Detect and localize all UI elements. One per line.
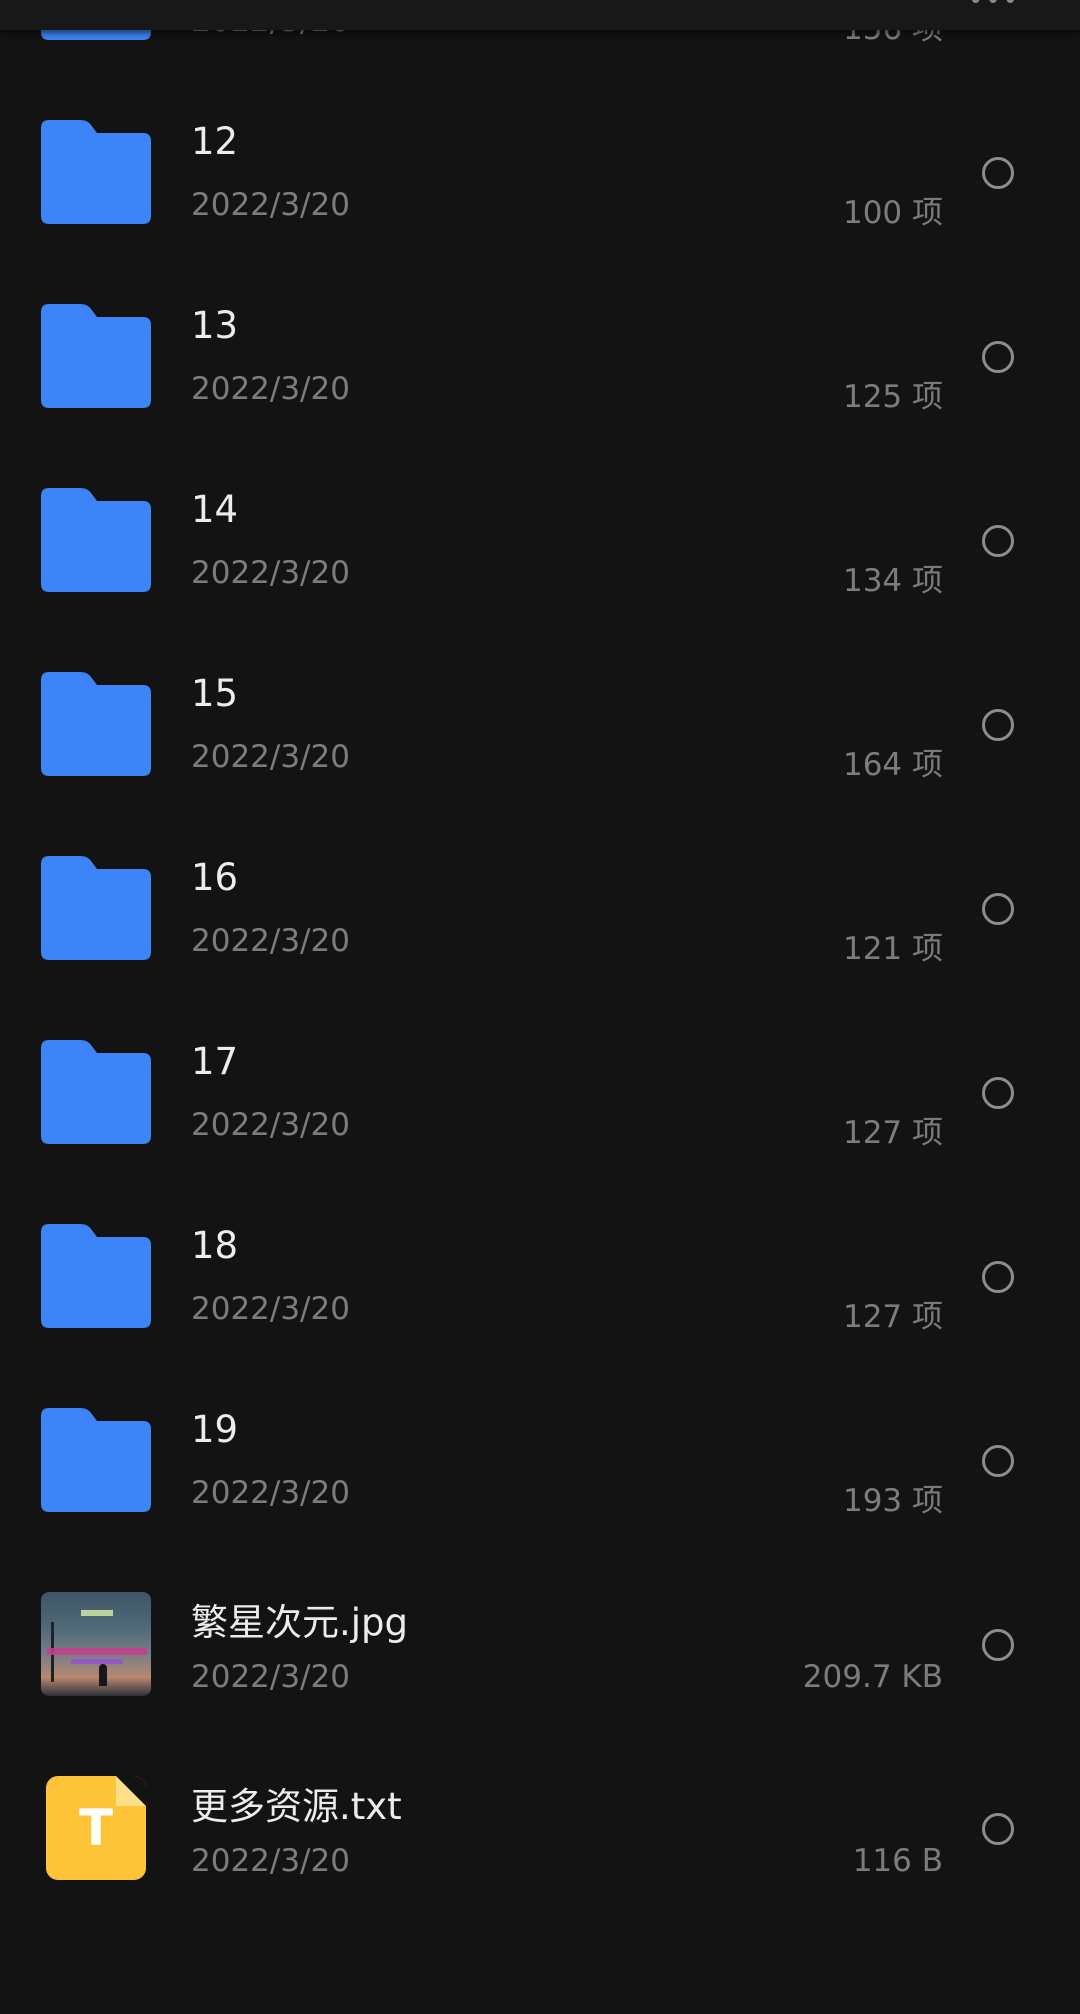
select-checkbox[interactable] — [982, 157, 1014, 189]
text-file-icon-body: T — [46, 1776, 146, 1880]
file-row[interactable]: 15 2022/3/20 164 项 — [0, 632, 1080, 816]
file-name: 19 — [191, 1408, 239, 1451]
image-thumbnail — [41, 1592, 151, 1696]
folder-icon — [41, 304, 151, 408]
select-checkbox[interactable] — [982, 341, 1014, 373]
file-row[interactable]: 17 2022/3/20 127 项 — [0, 1000, 1080, 1184]
folder-icon — [41, 1040, 151, 1144]
folder-icon — [41, 672, 151, 776]
folder-icon — [41, 1224, 151, 1328]
file-row[interactable]: 19 2022/3/20 193 项 — [0, 1368, 1080, 1552]
file-size: 116 B — [852, 1843, 943, 1879]
thumbnail-text-detail — [47, 1648, 147, 1655]
file-date: 2022/3/20 — [191, 1475, 350, 1511]
file-date: 2022/3/20 — [191, 1659, 350, 1695]
select-checkbox[interactable] — [982, 1261, 1014, 1293]
thumbnail-text-detail — [81, 1610, 113, 1616]
file-name: 14 — [191, 488, 239, 531]
file-browser-screen: ••• 11 2022/3/20 156 项 12 2022/3/20 100 … — [0, 0, 1080, 2014]
file-name: 17 — [191, 1040, 239, 1083]
item-count: 127 项 — [842, 1115, 943, 1151]
item-count: 125 项 — [842, 379, 943, 415]
file-row[interactable]: 14 2022/3/20 134 项 — [0, 448, 1080, 632]
folder-icon — [41, 488, 151, 592]
file-name: 13 — [191, 304, 239, 347]
file-name: 12 — [191, 120, 239, 163]
file-date: 2022/3/20 — [191, 1291, 350, 1327]
select-checkbox[interactable] — [982, 1813, 1014, 1845]
folder-icon — [41, 856, 151, 960]
folder-icon — [41, 1408, 151, 1512]
thumbnail-text-detail — [71, 1659, 123, 1664]
file-row[interactable]: 12 2022/3/20 100 项 — [0, 80, 1080, 264]
file-date: 2022/3/20 — [191, 1843, 350, 1879]
file-size: 209.7 KB — [802, 1659, 943, 1695]
file-name: 16 — [191, 856, 239, 899]
file-name: 更多资源.txt — [191, 1785, 402, 1828]
select-checkbox[interactable] — [982, 893, 1014, 925]
text-file-icon: T — [41, 1776, 151, 1880]
item-count: 193 项 — [842, 1483, 943, 1519]
item-count: 100 项 — [842, 195, 943, 231]
file-row[interactable]: 18 2022/3/20 127 项 — [0, 1184, 1080, 1368]
item-count: 164 项 — [842, 747, 943, 783]
folder-icon — [41, 120, 151, 224]
select-checkbox[interactable] — [982, 709, 1014, 741]
select-checkbox[interactable] — [982, 525, 1014, 557]
more-icon[interactable]: ••• — [968, 0, 1020, 16]
select-checkbox[interactable] — [982, 1445, 1014, 1477]
file-date: 2022/3/20 — [191, 187, 350, 223]
select-checkbox[interactable] — [982, 1077, 1014, 1109]
file-date: 2022/3/20 — [191, 371, 350, 407]
select-checkbox[interactable] — [982, 1629, 1014, 1661]
file-row[interactable]: 13 2022/3/20 125 项 — [0, 264, 1080, 448]
file-name: 15 — [191, 672, 239, 715]
file-date: 2022/3/20 — [191, 739, 350, 775]
item-count: 134 项 — [842, 563, 943, 599]
file-date: 2022/3/20 — [191, 923, 350, 959]
file-row[interactable]: 16 2022/3/20 121 项 — [0, 816, 1080, 1000]
file-row[interactable]: 繁星次元.jpg 2022/3/20 209.7 KB — [0, 1552, 1080, 1736]
file-list: 11 2022/3/20 156 项 12 2022/3/20 100 项 13 — [0, 0, 1080, 1920]
file-date: 2022/3/20 — [191, 1107, 350, 1143]
file-row[interactable]: T 更多资源.txt 2022/3/20 116 B — [0, 1736, 1080, 1920]
item-count: 121 项 — [842, 931, 943, 967]
file-name: 18 — [191, 1224, 239, 1267]
top-app-bar: ••• — [0, 0, 1080, 30]
text-file-letter: T — [78, 1799, 114, 1857]
file-name: 繁星次元.jpg — [191, 1601, 409, 1644]
thumbnail-person-detail — [99, 1664, 107, 1686]
item-count: 127 项 — [842, 1299, 943, 1335]
file-date: 2022/3/20 — [191, 555, 350, 591]
